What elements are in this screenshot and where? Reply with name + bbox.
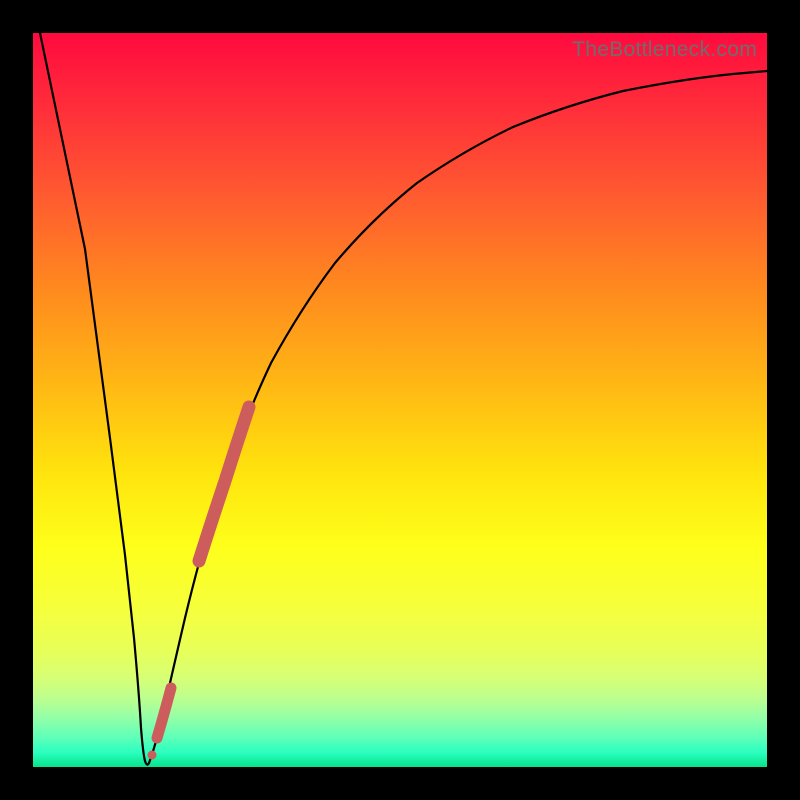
plot-area: TheBottleneck.com: [33, 33, 767, 767]
curve-layer: [33, 33, 767, 767]
chart-frame: TheBottleneck.com: [0, 0, 800, 800]
highlight-dot: [148, 751, 157, 760]
highlight-upper: [199, 407, 249, 561]
highlight-lower: [157, 688, 171, 738]
main-curve: [40, 33, 767, 765]
